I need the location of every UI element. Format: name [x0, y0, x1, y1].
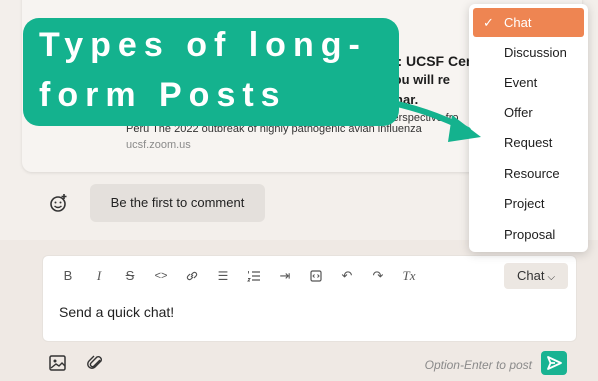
link-preview-domain[interactable]: ucsf.zoom.us [126, 139, 191, 151]
menu-item-label: Resource [504, 166, 560, 181]
menu-item-label: Chat [504, 15, 532, 30]
menu-item-label: Discussion [504, 45, 567, 60]
redo-icon[interactable]: ↷ [367, 267, 389, 285]
undo-icon[interactable]: ↶ [336, 267, 358, 285]
italic-icon[interactable]: I [88, 267, 110, 285]
send-button[interactable] [541, 351, 567, 375]
overlay-title-line2: form Posts [39, 76, 287, 114]
numbered-list-icon[interactable] [243, 269, 265, 283]
post-type-menu: ✓ Chat Discussion Event Offer Request Re… [469, 4, 588, 252]
menu-item-label: Offer [504, 105, 533, 120]
code-icon[interactable]: <> [150, 267, 172, 285]
bold-icon[interactable]: B [57, 267, 79, 285]
post-shortcut-hint: Option-Enter to post [424, 358, 532, 372]
checkmark-icon: ✓ [483, 15, 494, 30]
indent-icon[interactable]: ⇥ [274, 267, 296, 285]
menu-item-label: Request [504, 135, 553, 150]
menu-item-offer[interactable]: Offer [473, 98, 584, 127]
menu-item-event[interactable]: Event [473, 68, 584, 97]
post-composer: B I S <> ☰ ⇥ ↶ ↷ Tx Chat ⌵ Send a quick c… [42, 255, 577, 342]
image-upload-icon[interactable] [48, 353, 68, 373]
menu-item-discussion[interactable]: Discussion [473, 38, 584, 67]
post-type-select[interactable]: Chat ⌵ [504, 263, 568, 289]
first-comment-button[interactable]: Be the first to comment [90, 184, 265, 222]
menu-item-project[interactable]: Project [473, 189, 584, 218]
post-type-select-value: Chat [516, 268, 545, 283]
title-overlay-banner: Types of long- form Posts [23, 18, 399, 126]
menu-item-resource[interactable]: Resource [473, 159, 584, 188]
menu-item-chat[interactable]: ✓ Chat [473, 8, 584, 37]
menu-item-proposal[interactable]: Proposal [473, 220, 584, 249]
link-icon[interactable] [181, 269, 203, 283]
send-icon [547, 356, 562, 370]
embed-icon[interactable] [305, 269, 327, 283]
menu-item-label: Event [504, 75, 538, 90]
menu-item-request[interactable]: Request [473, 128, 584, 157]
clear-format-icon[interactable]: Tx [398, 267, 420, 285]
formatting-toolbar: B I S <> ☰ ⇥ ↶ ↷ Tx [57, 267, 429, 285]
menu-item-label: Proposal [504, 227, 556, 242]
message-input[interactable]: Send a quick chat! [59, 304, 174, 320]
strikethrough-icon[interactable]: S [119, 267, 141, 285]
attachment-icon[interactable] [86, 353, 106, 373]
overlay-title-line1: Types of long- [39, 26, 367, 64]
smiley-plus-icon[interactable] [49, 193, 69, 213]
link-preview-title[interactable]: r: UCSF Cen [392, 53, 474, 69]
menu-item-label: Project [504, 196, 545, 211]
composer-footer: Option-Enter to post [0, 345, 598, 381]
bulleted-list-icon[interactable]: ☰ [212, 267, 234, 285]
chevron-down-icon: ⌵ [547, 272, 556, 283]
